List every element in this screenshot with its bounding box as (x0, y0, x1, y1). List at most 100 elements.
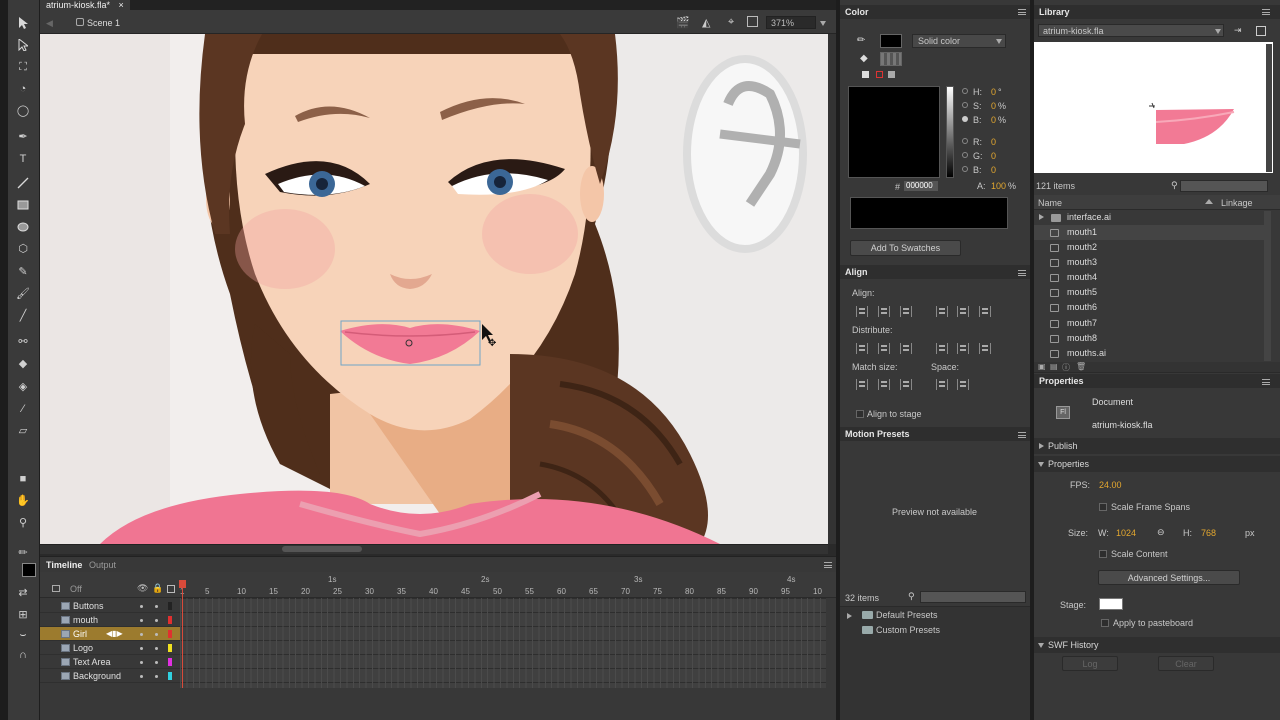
saturation-value[interactable]: 0 (991, 101, 996, 111)
clip-content-icon[interactable] (747, 16, 758, 27)
layer-row[interactable]: mouth (40, 613, 180, 627)
lock-dot[interactable] (155, 605, 158, 608)
layer-color-swatch[interactable] (168, 630, 172, 638)
fill-bucket-icon[interactable]: ◆ (860, 53, 868, 64)
red-value[interactable]: 0 (991, 137, 996, 147)
playhead[interactable] (182, 582, 183, 688)
advanced-settings-button[interactable]: Advanced Settings... (1098, 570, 1240, 585)
brightness-slider[interactable] (946, 86, 954, 178)
layer-row[interactable]: Buttons (40, 599, 180, 613)
color-picker-field[interactable] (848, 86, 940, 178)
3d-rotation-tool-icon[interactable]: ◔ (14, 80, 32, 98)
preset-folder[interactable]: Default Presets (876, 610, 938, 620)
blue-radio[interactable] (962, 166, 968, 172)
tab-output[interactable]: Output (89, 559, 116, 571)
fill-swatch[interactable] (880, 52, 902, 66)
collapse-arrow-icon[interactable] (1039, 443, 1044, 449)
lock-dot[interactable] (155, 675, 158, 678)
pencil-tool-icon[interactable]: ✎ (14, 263, 32, 281)
camera-tool-icon[interactable]: ■ (14, 470, 32, 488)
pin-icon[interactable]: ⇥ (1234, 25, 1242, 36)
onion-skin-label[interactable]: Off (70, 584, 82, 594)
distribute-right-icon[interactable] (979, 343, 991, 354)
back-arrow-icon[interactable]: ◀ (46, 18, 53, 29)
lock-dot[interactable] (155, 633, 158, 636)
expand-arrow-icon[interactable] (847, 613, 852, 619)
green-value[interactable]: 0 (991, 151, 996, 161)
properties-section[interactable]: Properties (1034, 456, 1280, 472)
expand-arrow-icon[interactable] (1038, 462, 1044, 467)
search-icon[interactable]: ⚲ (1171, 180, 1178, 191)
scale-content-checkbox[interactable] (1099, 550, 1107, 558)
library-item[interactable]: mouth5 (1034, 285, 1264, 300)
preset-folder[interactable]: Custom Presets (876, 625, 940, 635)
eyedropper-tool-icon[interactable]: ⁄ (14, 400, 32, 418)
align-vcenter-icon[interactable] (957, 306, 969, 317)
lasso-tool-icon[interactable]: ◯ (14, 102, 32, 120)
swap-colors-small-icon[interactable] (888, 71, 895, 78)
stroke-pencil-icon[interactable]: ✏ (857, 35, 865, 46)
layer-row[interactable]: Logo (40, 641, 180, 655)
frame-grid[interactable] (180, 598, 826, 688)
distribute-left-icon[interactable] (936, 343, 948, 354)
visibility-dot[interactable] (140, 605, 143, 608)
sort-arrow-icon[interactable] (1205, 199, 1213, 204)
match-width-icon[interactable] (856, 379, 868, 390)
hand-tool-icon[interactable]: ✋ (14, 492, 32, 510)
no-color-icon[interactable] (876, 71, 883, 78)
space-vertical-icon[interactable] (936, 379, 948, 390)
alpha-value[interactable]: 100 (991, 181, 1006, 191)
pencil-edit-icon[interactable]: ◀▮▶ (106, 627, 123, 641)
eye-icon[interactable]: 👁 (137, 583, 148, 594)
blue-value[interactable]: 0 (991, 165, 996, 175)
lock-dot[interactable] (155, 647, 158, 650)
publish-section[interactable]: Publish (1034, 438, 1280, 454)
bone-tool-icon[interactable]: ⚯ (14, 333, 32, 351)
layer-row[interactable]: Background (40, 669, 180, 683)
distribute-top-icon[interactable] (856, 343, 868, 354)
visibility-dot[interactable] (140, 633, 143, 636)
properties-icon[interactable]: ⓘ (1062, 362, 1070, 373)
fps-value[interactable]: 24.00 (1099, 480, 1122, 490)
match-both-icon[interactable] (900, 379, 912, 390)
paint-bucket-tool-icon[interactable]: ◆ (14, 355, 32, 373)
library-search-input[interactable] (1180, 180, 1268, 192)
fill-type-dropdown[interactable]: Solid color (912, 34, 1006, 48)
height-value[interactable]: 768 (1201, 528, 1216, 538)
layer-color-swatch[interactable] (168, 644, 172, 652)
visibility-dot[interactable] (140, 675, 143, 678)
stage-color-swatch[interactable] (1099, 598, 1123, 610)
align-bottom-icon[interactable] (979, 306, 991, 317)
visibility-dot[interactable] (140, 619, 143, 622)
lock-dot[interactable] (155, 661, 158, 664)
visibility-dot[interactable] (140, 647, 143, 650)
stroke-color-icon[interactable]: ✏ (14, 544, 32, 562)
pen-tool-icon[interactable]: ✒ (14, 128, 32, 146)
layer-row[interactable]: Text Area (40, 655, 180, 669)
magnet-icon[interactable]: ∩ (14, 646, 32, 664)
distribute-hcenter-icon[interactable] (957, 343, 969, 354)
timeline-menu-icon[interactable] (824, 562, 832, 568)
library-item[interactable]: mouth2 (1034, 240, 1264, 255)
layer-color-swatch[interactable] (168, 602, 172, 610)
space-horizontal-icon[interactable] (957, 379, 969, 390)
lock-dot[interactable] (155, 619, 158, 622)
close-tab-icon[interactable]: × (119, 0, 124, 10)
library-menu-icon[interactable] (1262, 9, 1270, 15)
align-menu-icon[interactable] (1018, 270, 1026, 276)
library-document-dropdown[interactable]: atrium-kiosk.fla (1038, 24, 1224, 37)
library-item[interactable]: mouth4 (1034, 270, 1264, 285)
swf-history-section[interactable]: SWF History (1034, 637, 1280, 653)
align-top-icon[interactable] (936, 306, 948, 317)
color-menu-icon[interactable] (1018, 9, 1026, 15)
layer-color-swatch[interactable] (168, 616, 172, 624)
brightness-value[interactable]: 0 (991, 115, 996, 125)
lock-icon[interactable]: 🔒 (152, 583, 163, 594)
clapper-icon[interactable]: 🎬 (676, 16, 690, 29)
apply-to-pasteboard-checkbox[interactable] (1101, 619, 1109, 627)
subselection-tool-icon[interactable] (14, 36, 32, 54)
visibility-dot[interactable] (140, 661, 143, 664)
align-to-stage-checkbox[interactable] (856, 410, 864, 418)
text-tool-icon[interactable]: T (14, 150, 32, 168)
log-button[interactable]: Log (1062, 656, 1118, 671)
